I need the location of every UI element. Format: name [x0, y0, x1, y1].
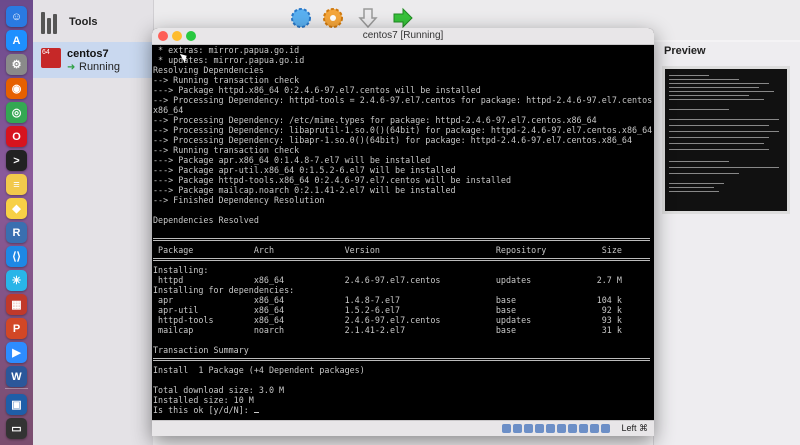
separator-rule	[153, 235, 653, 245]
vm-status-bar: Left ⌘	[152, 420, 654, 436]
console-line: ---> Package mailcap.noarch 0:2.1.41-2.e…	[153, 185, 456, 195]
hdd-icon[interactable]	[502, 424, 511, 433]
optical-drive-icon[interactable]	[513, 424, 522, 433]
running-arrow-icon: ➜	[67, 62, 76, 73]
finder-icon[interactable]: ☺	[6, 6, 27, 27]
cyberduck-icon[interactable]: ◆	[6, 198, 27, 219]
console-line: --> Processing Dependency: httpd-tools =…	[153, 95, 653, 105]
new-vm-icon[interactable]	[289, 6, 313, 30]
vm-list-item-centos7[interactable]: 64 centos7 ➜ Running	[33, 42, 153, 78]
console-line: Total download size: 3.0 M	[153, 385, 285, 395]
text-cursor	[253, 412, 259, 413]
console-line: ---> Package apr.x86_64 0:1.4.8-7.el7 wi…	[153, 155, 431, 165]
vm-console-window[interactable]: centos7 [Running] * extras: mirror.papua…	[152, 28, 654, 436]
device-status-icons	[502, 424, 610, 433]
console-line: --> Finished Dependency Resolution	[153, 195, 325, 205]
vm-sidebar: Tools 64 centos7 ➜ Running	[33, 0, 154, 445]
discard-arrow-icon[interactable]	[356, 6, 380, 30]
macos-dock: ☺ A ⚙ ◉ ◎ O > ≡ ◆ R ⟨⟩ ✳ ▦ P ▶ W ▣ ▭	[0, 0, 33, 445]
start-arrow-icon[interactable]	[391, 6, 415, 30]
console-line: Is this ok [y/d/N]:	[153, 405, 653, 415]
snowflake-app-icon[interactable]: ✳	[6, 270, 27, 291]
vm-state: Running	[79, 61, 120, 73]
console-line: Package Arch Version Repository Size	[153, 245, 622, 255]
vm-name: centos7	[67, 48, 109, 60]
window-title: centos7 [Running]	[362, 30, 444, 41]
grid-app-icon[interactable]: ▦	[6, 294, 27, 315]
console-line: mailcap noarch 2.1.41-2.el7 base 31 k	[153, 325, 622, 335]
system-preferences-icon[interactable]: ⚙	[6, 54, 27, 75]
console-line: Transaction Summary	[153, 345, 249, 355]
recording-icon[interactable]	[579, 424, 588, 433]
usb-icon[interactable]	[546, 424, 555, 433]
console-line: Dependencies Resolved	[153, 215, 259, 225]
dock-separator	[5, 388, 28, 389]
terminal-console[interactable]: * extras: mirror.papua.go.id * updates: …	[152, 45, 654, 420]
os-logo-icon: 64	[41, 48, 61, 68]
console-line: --> Processing Dependency: /etc/mime.typ…	[153, 115, 597, 125]
word-icon[interactable]: W	[6, 366, 27, 387]
display-icon[interactable]	[568, 424, 577, 433]
console-line: ---> Package httpd.x86_64 0:2.4.6-97.el7…	[153, 85, 481, 95]
console-line: --> Processing Dependency: libaprutil-1.…	[153, 125, 653, 135]
console-line: ---> Package httpd-tools.x86_64 0:2.4.6-…	[153, 175, 511, 185]
preview-panel: Preview	[653, 42, 800, 445]
screenshot-icon[interactable]: ▭	[6, 418, 27, 439]
preview-title: Preview	[664, 45, 706, 57]
separator-rule	[153, 355, 653, 365]
preview-thumbnail	[662, 66, 790, 214]
console-line: * updates: mirror.papua.go.id	[153, 55, 305, 65]
separator-rule	[153, 255, 653, 265]
powerpoint-icon[interactable]: P	[6, 318, 27, 339]
r-icon[interactable]: R	[6, 222, 27, 243]
console-line: Installing:	[153, 265, 209, 275]
mouse-integration-icon[interactable]	[601, 424, 610, 433]
console-line: apr-util x86_64 1.5.2-6.el7 base 92 k	[153, 305, 622, 315]
console-line: --> Processing Dependency: libapr-1.so.0…	[153, 135, 633, 145]
tools-entry[interactable]: Tools	[41, 10, 98, 34]
console-line: httpd x86_64 2.4.6-97.el7.centos updates…	[153, 275, 622, 285]
host-key-label: Left ⌘	[621, 423, 648, 433]
console-line: apr x86_64 1.4.8-7.el7 base 104 k	[153, 295, 622, 305]
settings-gear-icon[interactable]	[321, 6, 345, 30]
vscode-icon[interactable]: ⟨⟩	[6, 246, 27, 267]
virtualbox-icon[interactable]: ▣	[6, 394, 27, 415]
window-titlebar[interactable]: centos7 [Running]	[152, 28, 654, 45]
shared-folder-icon[interactable]	[557, 424, 566, 433]
console-line: httpd-tools x86_64 2.4.6-97.el7.centos u…	[153, 315, 622, 325]
chrome-icon[interactable]: ◎	[6, 102, 27, 123]
app-store-icon[interactable]: A	[6, 30, 27, 51]
cpu-icon[interactable]	[590, 424, 599, 433]
console-line: Installing for dependencies:	[153, 285, 295, 295]
console-line: --> Running transaction check	[153, 145, 300, 155]
opera-icon[interactable]: O	[6, 126, 27, 147]
console-line: --> Running transaction check	[153, 75, 300, 85]
audio-icon[interactable]	[524, 424, 533, 433]
terminal-icon[interactable]: >	[6, 150, 27, 171]
notes-icon[interactable]: ≡	[6, 174, 27, 195]
zoom-icon[interactable]: ▶	[6, 342, 27, 363]
console-line: Install 1 Package (+4 Dependent packages…	[153, 365, 365, 375]
console-line: * extras: mirror.papua.go.id	[153, 45, 300, 55]
network-icon[interactable]	[535, 424, 544, 433]
console-line: x86_64	[153, 105, 184, 115]
console-line: Installed size: 10 M	[153, 395, 254, 405]
firefox-icon[interactable]: ◉	[6, 78, 27, 99]
console-line: Resolving Dependencies	[153, 65, 264, 75]
console-line: ---> Package apr-util.x86_64 0:1.5.2-6.e…	[153, 165, 456, 175]
tools-label: Tools	[69, 16, 98, 28]
tools-icon	[41, 10, 61, 34]
